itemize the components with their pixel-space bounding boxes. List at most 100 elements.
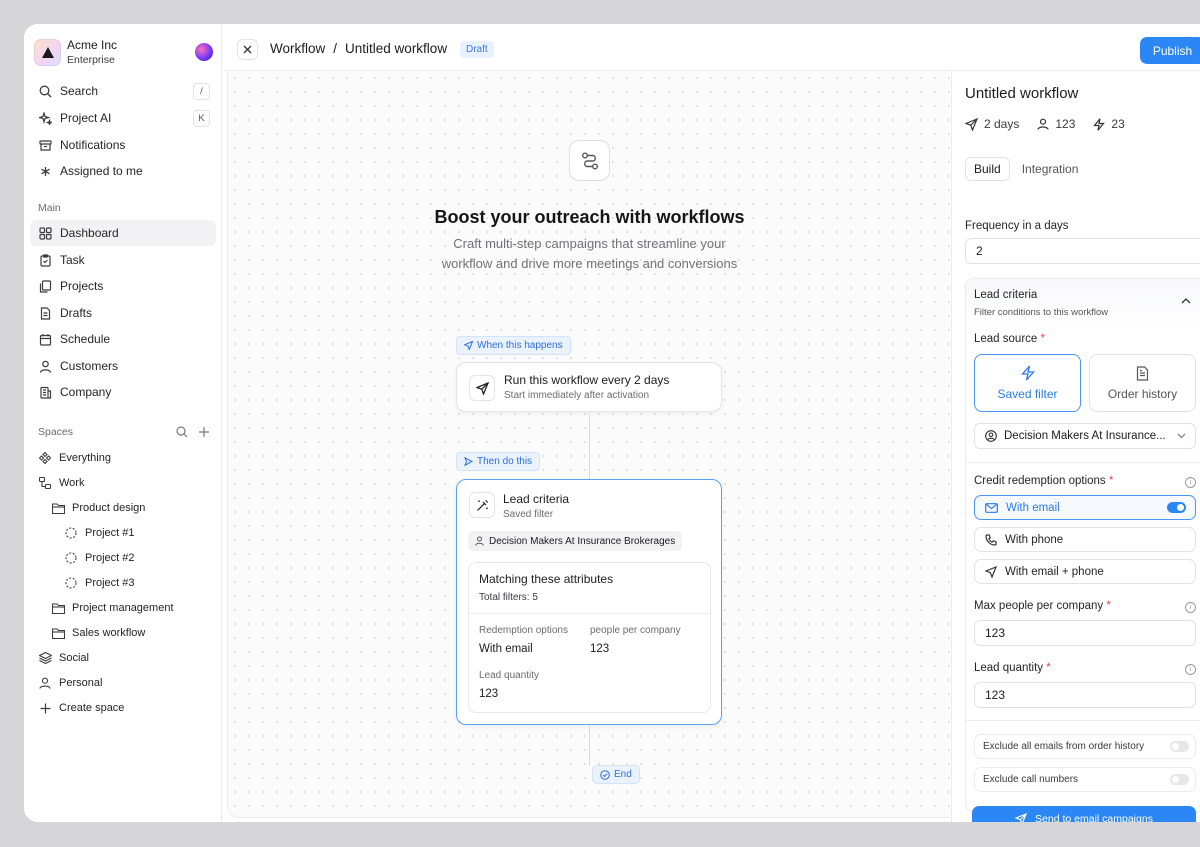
exclude-emails-row[interactable]: Exclude all emails from order history — [974, 734, 1196, 759]
option-with-phone-label: With phone — [1005, 533, 1064, 546]
nav-task[interactable]: Task — [30, 247, 216, 273]
add-space-icon[interactable] — [198, 426, 210, 438]
breadcrumb-root[interactable]: Workflow — [270, 41, 325, 56]
send-to-campaigns-button[interactable]: Send to email campaigns — [972, 806, 1196, 822]
required-mark: * — [1040, 333, 1045, 345]
folder-icon — [51, 501, 65, 515]
required-mark: * — [1046, 662, 1051, 674]
play-icon — [464, 457, 473, 466]
project-item[interactable]: Project #2 — [64, 547, 135, 569]
dashed-circle-icon — [64, 576, 78, 590]
dashed-circle-icon — [64, 551, 78, 565]
stat-frequency: 2 days — [965, 117, 1019, 131]
redemption-value: With email — [479, 643, 533, 655]
required-mark: * — [1106, 600, 1111, 612]
status-badge: Draft — [460, 41, 494, 58]
lead-criteria-card[interactable]: Lead criteria Saved filter Decision Make… — [456, 479, 722, 725]
space-everything[interactable]: Everything — [38, 447, 111, 469]
nav-company[interactable]: Company — [30, 379, 216, 405]
lead-qty-label-text: Lead quantity — [974, 662, 1044, 674]
source-saved-filter-label: Saved filter — [997, 387, 1058, 401]
lightning-icon — [1020, 365, 1035, 381]
segment-select[interactable]: Decision Makers At Insurance... — [974, 423, 1196, 449]
nav-projects[interactable]: Projects — [30, 273, 216, 299]
option-with-phone[interactable]: With phone — [974, 527, 1196, 552]
project-ai-shortcut: K — [193, 110, 210, 127]
spaces-tools — [176, 426, 210, 438]
close-button[interactable] — [237, 39, 258, 60]
org-switcher[interactable]: Acme Inc Enterprise — [34, 38, 214, 68]
source-order-history-label: Order history — [1107, 386, 1178, 401]
user-avatar[interactable] — [195, 43, 213, 61]
trigger-chip: When this happens — [456, 336, 571, 355]
properties-panel: Untitled workflow 2 days 123 23 Build In… — [951, 71, 1200, 822]
space-social[interactable]: Social — [38, 647, 89, 669]
magic-wand-icon — [469, 492, 495, 518]
nav-drafts[interactable]: Drafts — [30, 300, 216, 326]
project-item[interactable]: Project #1 — [64, 522, 135, 544]
exclude-calls-row[interactable]: Exclude call numbers — [974, 767, 1196, 792]
empty-state-subtitle: Craft multi-step campaigns that streamli… — [441, 236, 738, 271]
project-item-label: Project #2 — [85, 552, 135, 564]
nav-company-label: Company — [60, 385, 112, 399]
publish-button[interactable]: Publish — [1140, 37, 1200, 64]
tab-integration[interactable]: Integration — [1014, 157, 1087, 181]
email-toggle[interactable] — [1167, 502, 1186, 513]
project-item[interactable]: Project #3 — [64, 572, 135, 594]
credit-label-text: Credit redemption options — [974, 475, 1106, 487]
space-work[interactable]: Work — [38, 472, 84, 494]
section-header[interactable]: Lead criteria Filter conditions to this … — [966, 279, 1200, 325]
user-icon — [38, 359, 52, 373]
exclude-calls-label: Exclude call numbers — [983, 774, 1079, 785]
nav-schedule[interactable]: Schedule — [30, 326, 216, 352]
workflow-route-icon — [569, 140, 610, 181]
divider — [966, 720, 1200, 721]
redemption-label: Redemption options — [479, 625, 568, 636]
folder-sales-workflow[interactable]: Sales workflow — [51, 622, 145, 644]
source-order-history[interactable]: Order history — [1089, 354, 1196, 412]
space-personal[interactable]: Personal — [38, 672, 102, 694]
option-email-phone[interactable]: With email + phone — [974, 559, 1196, 584]
workflow-canvas[interactable]: Boost your outreach with workflows Craft… — [227, 71, 950, 818]
nav-project-ai[interactable]: Project AI K — [30, 105, 216, 131]
lead-qty-input[interactable]: 123 — [974, 682, 1196, 708]
document-icon — [1136, 365, 1149, 381]
create-space-button[interactable]: Create space — [38, 697, 124, 719]
send-button-label: Send to email campaigns — [1035, 813, 1153, 822]
org-name: Acme Inc — [67, 38, 118, 52]
nav-dashboard[interactable]: Dashboard — [30, 220, 216, 246]
action-chip: Then do this — [456, 452, 541, 471]
building-icon — [38, 385, 52, 399]
breadcrumb-separator: / — [333, 41, 338, 56]
nav-customers[interactable]: Customers — [30, 353, 216, 379]
option-with-email-label: With email — [1006, 501, 1060, 514]
nav-assigned[interactable]: Assigned to me — [30, 158, 216, 184]
nav-search[interactable]: Search / — [30, 78, 216, 104]
option-with-email[interactable]: With email — [974, 495, 1196, 520]
chevron-up-icon[interactable] — [1181, 298, 1191, 304]
frequency-input[interactable]: 2 — [965, 238, 1200, 264]
nav-schedule-label: Schedule — [60, 332, 111, 346]
stat-people-value: 123 — [1055, 117, 1076, 131]
org-logo-icon — [34, 39, 61, 66]
send-icon — [464, 341, 473, 350]
end-chip-label: End — [614, 769, 632, 780]
tab-build[interactable]: Build — [965, 157, 1010, 181]
trigger-card[interactable]: Run this workflow every 2 days Start imm… — [456, 362, 722, 412]
quantity-label: Lead quantity — [479, 670, 540, 681]
folder-sales-workflow-label: Sales workflow — [72, 627, 146, 639]
info-icon[interactable]: i — [1185, 602, 1196, 613]
max-people-input[interactable]: 123 — [974, 620, 1196, 646]
info-icon[interactable]: i — [1185, 664, 1196, 675]
source-saved-filter[interactable]: Saved filter — [974, 354, 1081, 412]
connector-line — [589, 726, 590, 766]
folder-product-design[interactable]: Product design — [51, 497, 145, 519]
exclude-calls-toggle[interactable] — [1170, 774, 1189, 785]
exclude-emails-toggle[interactable] — [1170, 741, 1189, 752]
calendar-icon — [38, 332, 52, 346]
folder-project-management[interactable]: Project management — [51, 597, 174, 619]
info-icon[interactable]: i — [1185, 477, 1196, 488]
trigger-subtitle: Start immediately after activation — [504, 390, 650, 401]
nav-notifications[interactable]: Notifications — [30, 132, 216, 158]
spaces-search-icon[interactable] — [176, 426, 188, 438]
